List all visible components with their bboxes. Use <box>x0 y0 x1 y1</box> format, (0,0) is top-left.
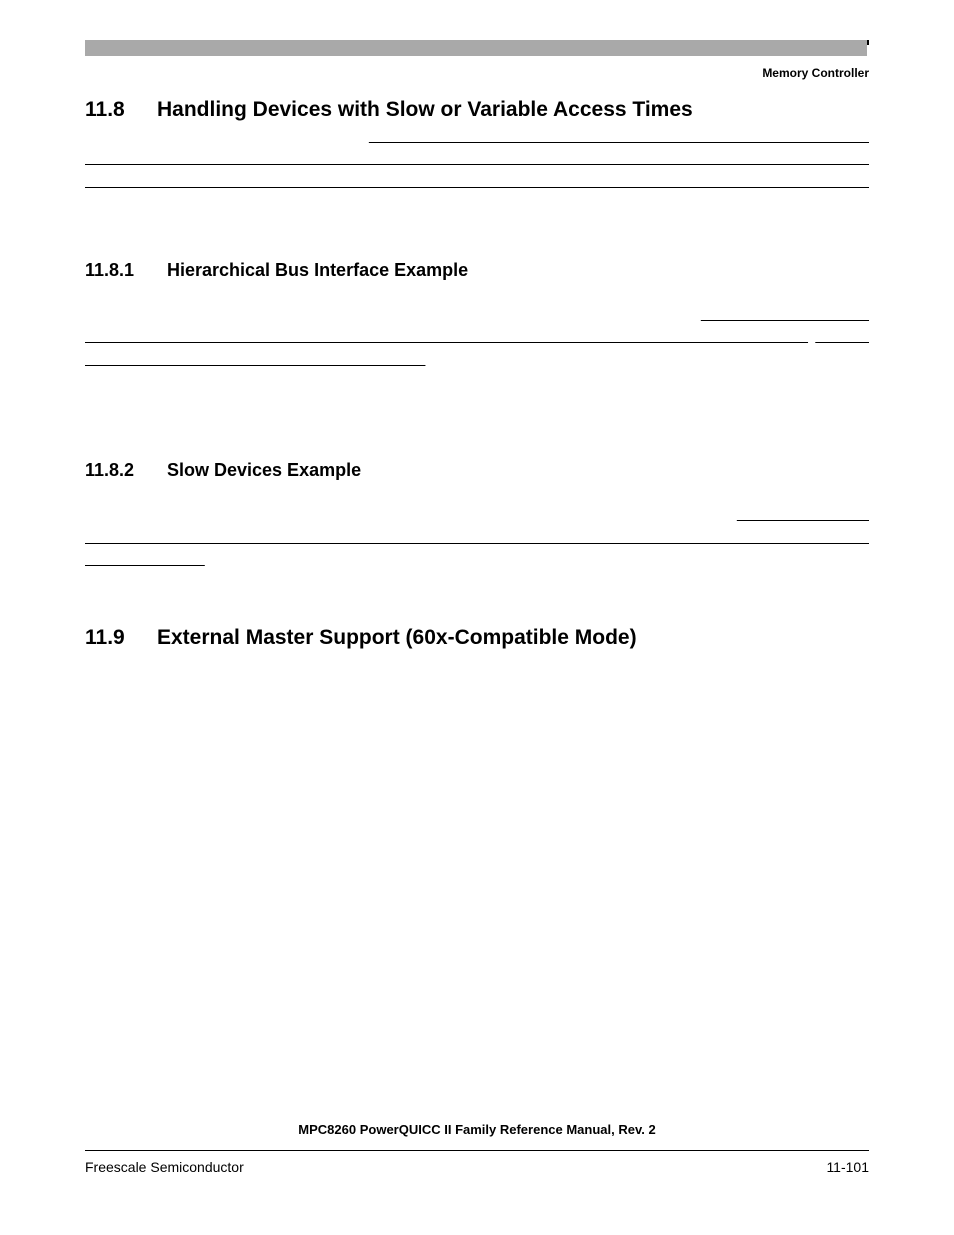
heading-number: 11.8.1 <box>85 260 167 281</box>
footer-rule <box>85 1150 869 1151</box>
header-rule <box>85 40 869 56</box>
body-11-9: In 60x-compatible mode, the MPC8260 memo… <box>85 668 869 758</box>
body-11-8-2: Some devices take longer to respond than… <box>85 496 869 586</box>
heading-number: 11.8.2 <box>85 460 167 481</box>
heading-title: Handling Devices with Slow or Variable A… <box>157 98 693 122</box>
heading-number: 11.8 <box>85 98 157 122</box>
heading-number: 11.9 <box>85 626 157 650</box>
running-head: Memory Controller <box>85 66 869 80</box>
footer-left: Freescale Semiconductor <box>85 1159 244 1175</box>
header-rule-grey <box>85 40 867 56</box>
heading-11-8: 11.8 Handling Devices with Slow or Varia… <box>85 98 869 122</box>
footer-page-number: 11-101 <box>826 1159 869 1175</box>
heading-11-9: 11.9 External Master Support (60x-Compat… <box>85 626 869 650</box>
heading-title: Hierarchical Bus Interface Example <box>167 260 468 281</box>
heading-title: External Master Support (60x-Compatible … <box>157 626 637 650</box>
page: Memory Controller 11.8 Handling Devices … <box>0 0 954 1235</box>
heading-11-8-1: 11.8.1 Hierarchical Bus Interface Exampl… <box>85 260 869 281</box>
footer-title: MPC8260 PowerQUICC II Family Reference M… <box>0 1122 954 1137</box>
heading-11-8-2: 11.8.2 Slow Devices Example <box>85 460 869 481</box>
heading-title: Slow Devices Example <box>167 460 361 481</box>
body-11-8: The memory controller supports internal … <box>85 140 869 230</box>
body-11-8-1: When the MPC8260 60x bus is used at the … <box>85 295 869 430</box>
